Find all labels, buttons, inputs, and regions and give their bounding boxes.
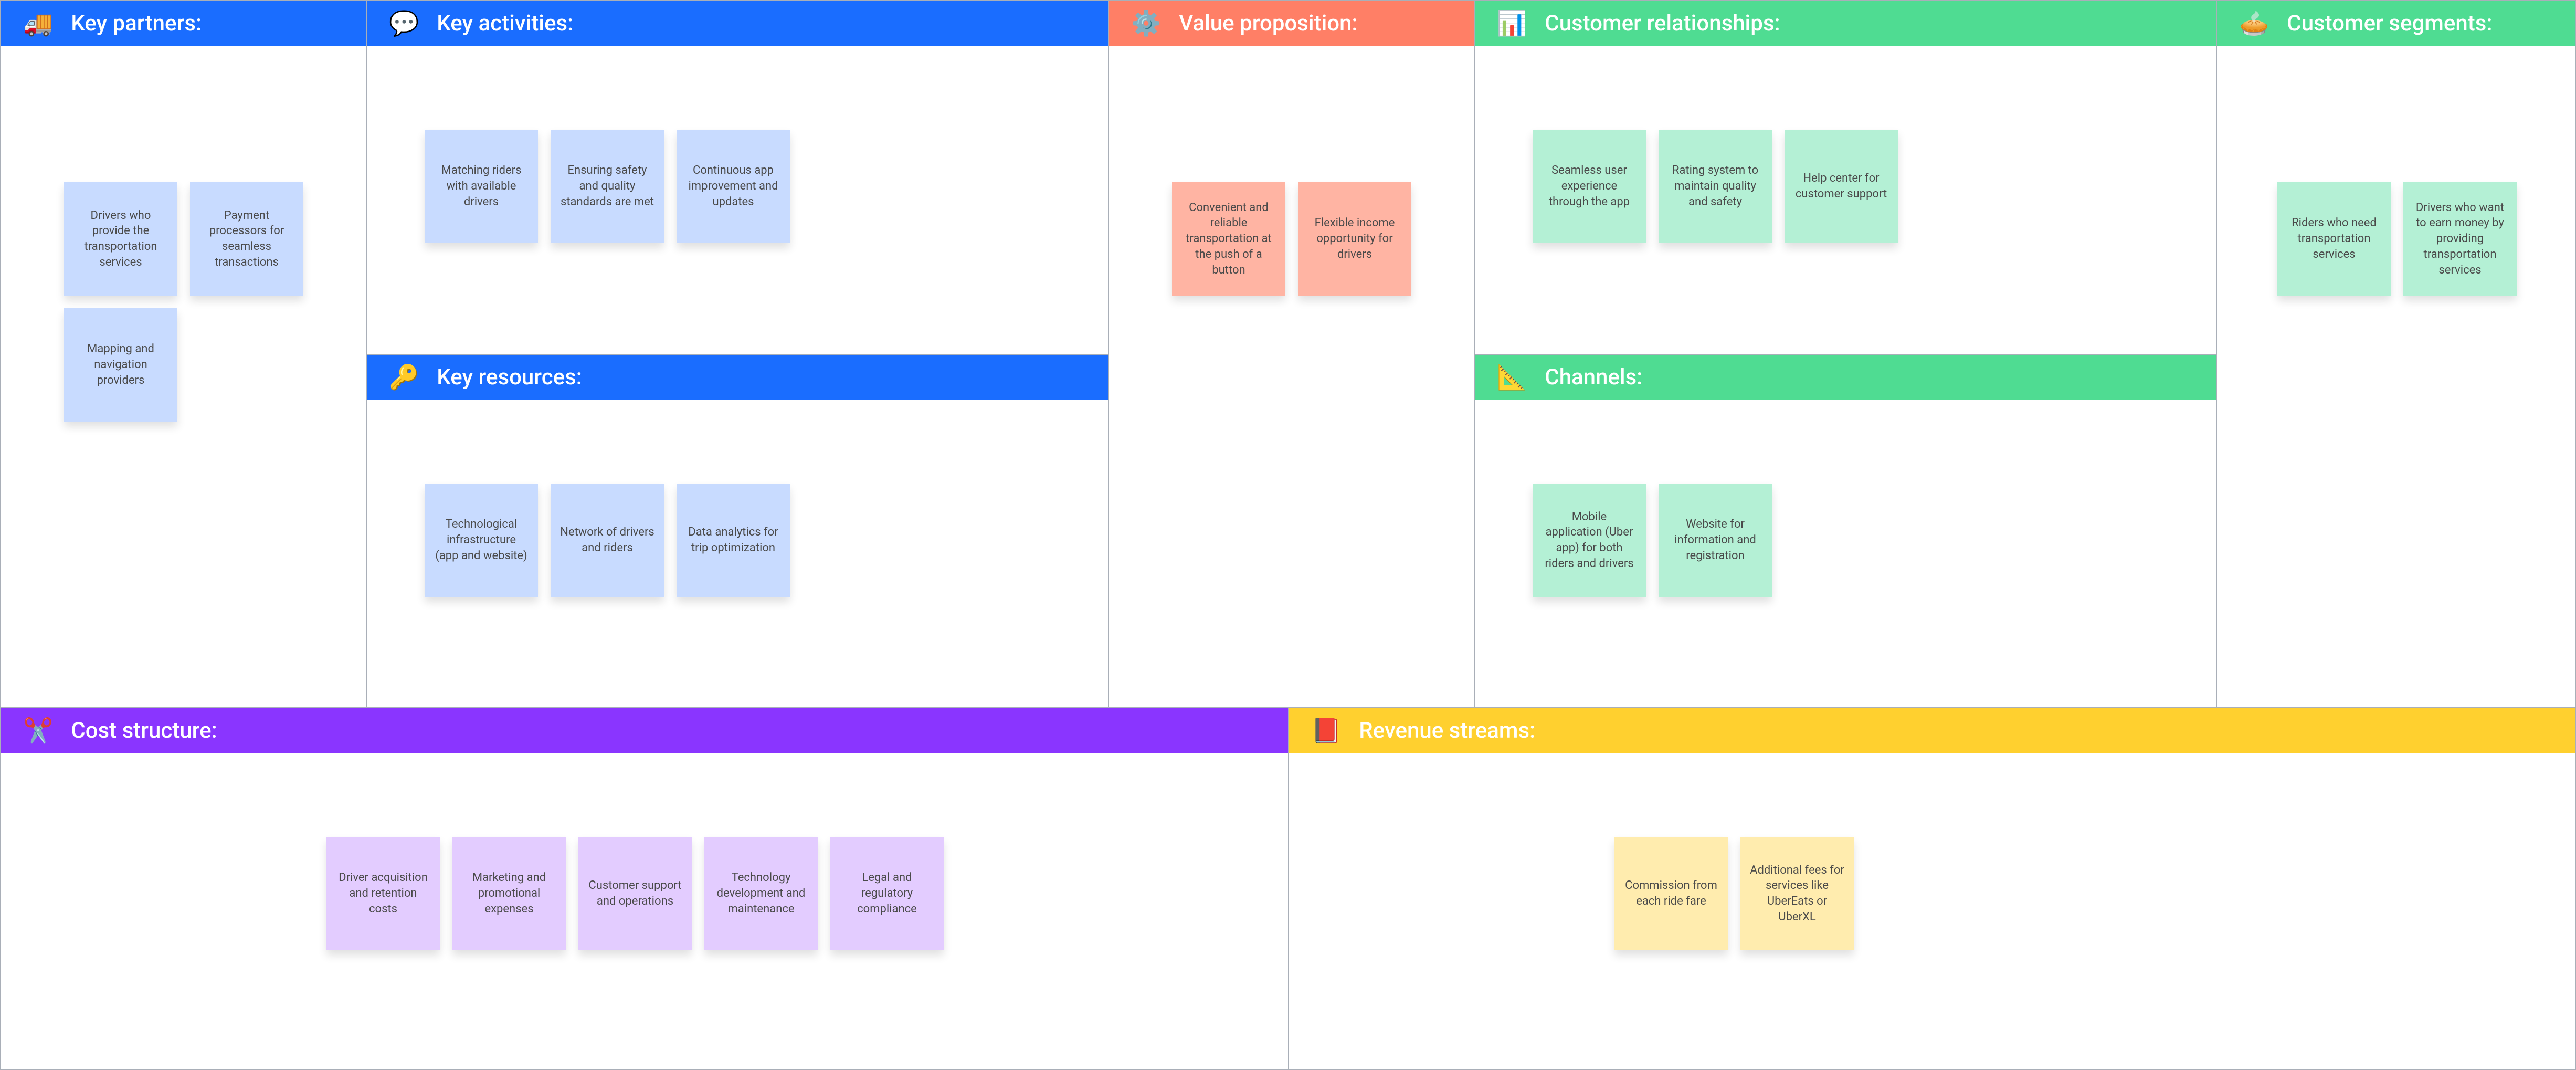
title-revenue-streams: Revenue streams: [1359, 718, 1535, 743]
sticky[interactable]: Rating system to maintain quality and sa… [1659, 130, 1772, 243]
ruler-icon: 📐 [1497, 365, 1527, 390]
sticky[interactable]: Flexible income opportunity for drivers [1298, 182, 1411, 296]
header-value-proposition: ⚙️ Value proposition: [1109, 1, 1474, 46]
block-key-partners: 🚚 Key partners: Drivers who provide the … [1, 1, 366, 708]
header-key-resources: 🔑 Key resources: [367, 355, 1108, 400]
title-value-proposition: Value proposition: [1179, 11, 1357, 36]
pie-chart-icon: 🥧 [2239, 12, 2269, 36]
sticky[interactable]: Riders who need transportation services [2277, 182, 2391, 296]
sticky[interactable]: Mapping and navigation providers [64, 308, 177, 422]
header-key-activities: 💬 Key activities: [367, 1, 1108, 46]
title-key-resources: Key resources: [437, 364, 582, 390]
block-revenue-streams: 📕 Revenue streams: Commission from each … [1289, 708, 2575, 1069]
title-customer-relationships: Customer relationships: [1545, 11, 1780, 36]
sticky[interactable]: Legal and regulatory compliance [830, 837, 944, 950]
block-customer-segments: 🥧 Customer segments: Riders who need tra… [2216, 1, 2575, 708]
bmc-canvas: 🚚 Key partners: Drivers who provide the … [0, 0, 2576, 1070]
stickies-key-partners: Drivers who provide the transportation s… [1, 46, 366, 707]
sticky[interactable]: Drivers who want to earn money by provid… [2403, 182, 2517, 296]
sticky[interactable]: Mobile application (Uber app) for both r… [1533, 484, 1646, 597]
sticky[interactable]: Driver acquisition and retention costs [326, 837, 440, 950]
sticky[interactable]: Matching riders with available drivers [425, 130, 538, 243]
block-channels: 📐 Channels: Mobile application (Uber app… [1474, 354, 2216, 708]
block-cost-structure: ✂️ Cost structure: Driver acquisition an… [1, 708, 1289, 1069]
header-channels: 📐 Channels: [1475, 355, 2216, 400]
title-key-activities: Key activities: [437, 11, 573, 36]
sticky[interactable]: Customer support and operations [578, 837, 692, 950]
bar-chart-icon: 📊 [1497, 12, 1527, 36]
sticky[interactable]: Commission from each ride fare [1614, 837, 1728, 950]
stickies-cost-structure: Driver acquisition and retention costs M… [1, 753, 1288, 1069]
sticky[interactable]: Convenient and reliable transportation a… [1172, 182, 1285, 296]
gear-icon: ⚙️ [1131, 12, 1161, 36]
title-channels: Channels: [1545, 364, 1642, 390]
sticky[interactable]: Drivers who provide the transportation s… [64, 182, 177, 296]
truck-icon: 🚚 [23, 12, 53, 36]
stickies-key-resources: Technological infrastructure (app and we… [367, 400, 1108, 707]
title-customer-segments: Customer segments: [2287, 11, 2492, 36]
block-key-activities: 💬 Key activities: Matching riders with a… [366, 1, 1108, 354]
header-customer-segments: 🥧 Customer segments: [2217, 1, 2575, 46]
sticky[interactable]: Additional fees for services like UberEa… [1740, 837, 1854, 950]
title-cost-structure: Cost structure: [71, 718, 217, 743]
sticky[interactable]: Ensuring safety and quality standards ar… [551, 130, 664, 243]
sticky[interactable]: Data analytics for trip optimization [677, 484, 790, 597]
sticky[interactable]: Help center for customer support [1785, 130, 1898, 243]
block-key-resources: 🔑 Key resources: Technological infrastru… [366, 354, 1108, 708]
chat-icon: 💬 [389, 12, 419, 36]
header-cost-structure: ✂️ Cost structure: [1, 708, 1288, 753]
sticky[interactable]: Continuous app improvement and updates [677, 130, 790, 243]
sticky[interactable]: Payment processors for seamless transact… [190, 182, 303, 296]
stickies-value-proposition: Convenient and reliable transportation a… [1109, 46, 1474, 707]
book-icon: 📕 [1311, 719, 1341, 743]
header-revenue-streams: 📕 Revenue streams: [1289, 708, 2575, 753]
header-key-partners: 🚚 Key partners: [1, 1, 366, 46]
header-customer-relationships: 📊 Customer relationships: [1475, 1, 2216, 46]
sticky[interactable]: Technological infrastructure (app and we… [425, 484, 538, 597]
sticky[interactable]: Marketing and promotional expenses [452, 837, 566, 950]
sticky[interactable]: Website for information and registration [1659, 484, 1772, 597]
key-icon: 🔑 [389, 365, 419, 390]
sticky[interactable]: Technology development and maintenance [704, 837, 818, 950]
stickies-key-activities: Matching riders with available drivers E… [367, 46, 1108, 354]
title-key-partners: Key partners: [71, 11, 202, 36]
sticky[interactable]: Seamless user experience through the app [1533, 130, 1646, 243]
stickies-revenue-streams: Commission from each ride fare Additiona… [1289, 753, 2575, 1069]
stickies-customer-relationships: Seamless user experience through the app… [1475, 46, 2216, 354]
stickies-customer-segments: Riders who need transportation services … [2217, 46, 2575, 707]
block-customer-relationships: 📊 Customer relationships: Seamless user … [1474, 1, 2216, 354]
block-value-proposition: ⚙️ Value proposition: Convenient and rel… [1108, 1, 1474, 708]
sticky[interactable]: Network of drivers and riders [551, 484, 664, 597]
stickies-channels: Mobile application (Uber app) for both r… [1475, 400, 2216, 707]
scissors-icon: ✂️ [23, 719, 53, 743]
